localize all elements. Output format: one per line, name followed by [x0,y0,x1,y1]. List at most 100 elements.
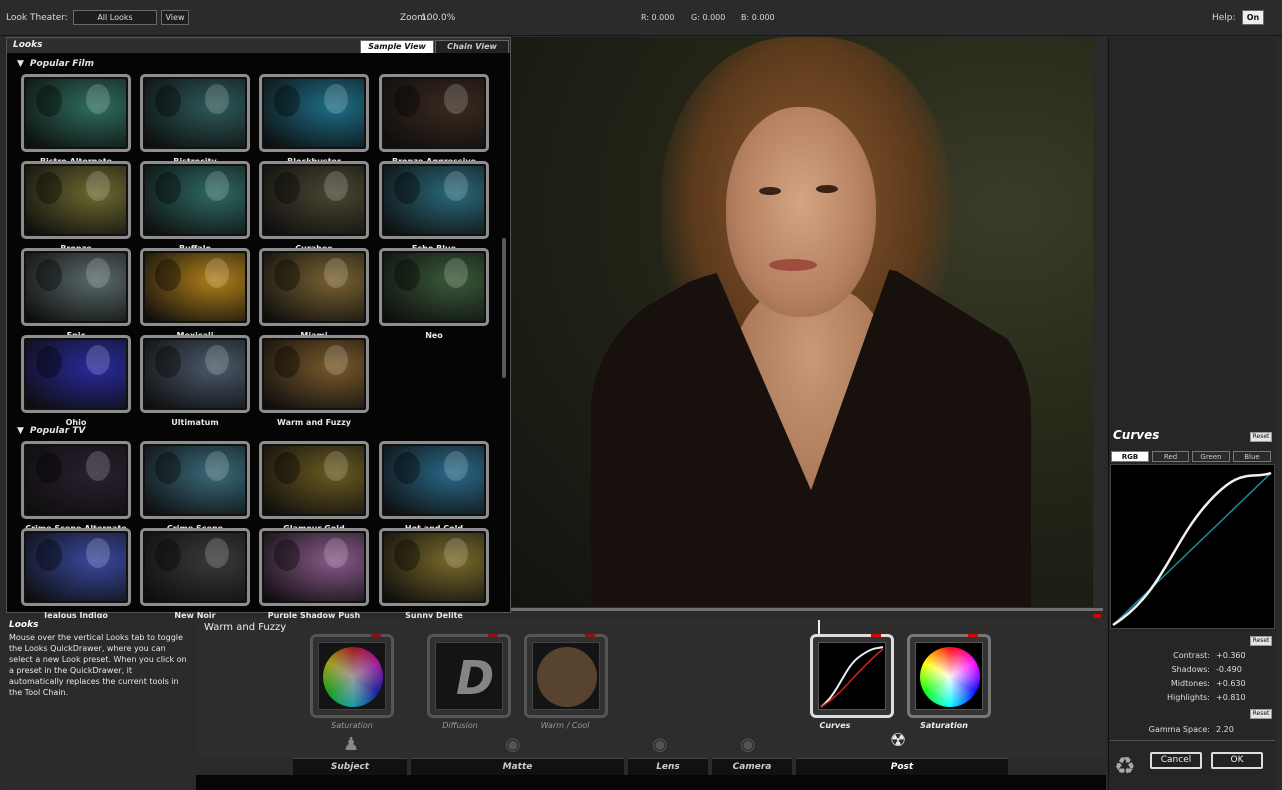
look-preset-thumbnail[interactable]: Jealous Indigo [21,528,131,626]
section-header[interactable]: ▼ Popular TV [17,426,85,436]
category-post[interactable]: Post [796,758,1008,775]
look-preset-thumbnail[interactable]: Buffalo [140,161,250,259]
tool-status-led [371,634,381,637]
tool-diffusion[interactable]: D [427,634,511,718]
highlights-label: Highlights: [1167,693,1210,702]
tool-thumb [915,642,983,710]
look-preset-thumbnail[interactable]: Sunny Delite [379,528,489,626]
contrast-row: Contrast: +0.360 [1110,651,1250,660]
category-matte[interactable]: Matte [411,758,624,775]
look-preset-thumbnail[interactable]: Purple Shadow Push [259,528,369,626]
thumbnail-frame [379,74,489,152]
ok-button[interactable]: OK [1211,752,1263,769]
post-radiation-icon: ☢ [890,730,907,751]
category-camera[interactable]: Camera [712,758,792,775]
look-preset-thumbnail[interactable]: Mexicali [140,248,250,346]
channel-green[interactable]: Green [1192,451,1230,462]
thumbnail-figure [444,538,468,568]
green-readout: G: 0.000 [691,13,726,22]
look-preset-thumbnail[interactable]: Bistrocity [140,74,250,172]
thumbnail-figure [36,85,62,117]
warm-cool-swatch-icon [537,647,597,707]
curves-thumb-icon [820,646,884,708]
camera-icon: ◉ [740,734,756,755]
highlights-value[interactable]: +0.810 [1216,693,1250,702]
thumbnail-figure [155,452,181,484]
section-title: Popular TV [29,426,86,436]
thumbnail-figure [205,171,229,201]
view-button[interactable]: View [161,10,189,25]
tool-status-led [871,634,881,637]
thumbnail-frame [259,248,369,326]
tool-saturation-post[interactable] [907,634,991,718]
shadows-value[interactable]: -0.490 [1216,665,1250,674]
thumbnail-figure [274,172,300,204]
channel-blue[interactable]: Blue [1233,451,1271,462]
look-preset-thumbnail[interactable]: Echo Blue [379,161,489,259]
looks-scrollbar[interactable] [502,238,506,378]
shadows-row: Shadows: -0.490 [1110,665,1250,674]
thumbnail-figure [36,452,62,484]
tab-chain-view[interactable]: Chain View [435,40,509,53]
section-header[interactable]: ▼ Popular Film [17,59,94,69]
section-title: Popular Film [29,59,94,69]
thumbnail-frame [140,335,250,413]
photo-eye-left [759,187,781,195]
look-preset-thumbnail[interactable]: Ultimatum [140,335,250,433]
curve-graph[interactable] [1110,464,1275,629]
tool-label-warm-cool: Warm / Cool [540,721,590,730]
look-preset-thumbnail[interactable]: Neo [379,248,489,346]
look-preset-thumbnail[interactable]: Bronze Aggressive [379,74,489,172]
tab-sample-view[interactable]: Sample View [360,40,434,53]
look-preset-thumbnail[interactable]: Bronze [21,161,131,259]
category-lens[interactable]: Lens [628,758,708,775]
tool-saturation-subject[interactable] [310,634,394,718]
look-preset-thumbnail[interactable]: Miami [259,248,369,346]
trash-person-icon[interactable]: ♻ [1114,752,1136,780]
collapse-triangle-icon[interactable]: ▼ [17,426,24,436]
thumbnail-figure [86,345,110,375]
gamma-value[interactable]: 2.20 [1216,725,1250,734]
red-readout: R: 0.000 [641,13,675,22]
thumbnail-frame [140,74,250,152]
channel-red[interactable]: Red [1152,451,1189,462]
look-theater-dropdown[interactable]: All Looks [73,10,157,25]
collapse-triangle-icon[interactable]: ▼ [17,59,24,69]
look-preset-thumbnail[interactable]: Epic [21,248,131,346]
thumbnail-figure [36,346,62,378]
contrast-value[interactable]: +0.360 [1216,651,1250,660]
tool-thumb [318,642,386,710]
look-preset-thumbnail[interactable]: Curahee [259,161,369,259]
thumbnail-image [264,446,364,514]
tool-warm-cool[interactable] [524,634,608,718]
thumbnail-figure [324,451,348,481]
category-subject[interactable]: Subject [293,758,407,775]
look-preset-thumbnail[interactable]: Crime Scene Alternate [21,441,131,539]
thumbnail-frame [140,441,250,519]
look-preset-thumbnail[interactable]: Crime Scene [140,441,250,539]
thumbnail-frame [21,248,131,326]
channel-rgb[interactable]: RGB [1111,451,1149,462]
midtones-value[interactable]: +0.630 [1216,679,1250,688]
photo-mouth [769,259,817,271]
help-toggle[interactable]: On [1242,10,1264,25]
thumbnail-image [26,253,126,321]
gamma-reset-button[interactable]: Reset [1250,709,1272,719]
look-preset-thumbnail[interactable]: Bistro Alternate [21,74,131,172]
look-preset-thumbnail[interactable]: Hot and Cold [379,441,489,539]
look-preset-thumbnail[interactable]: Ohio [21,335,131,433]
tool-curves[interactable] [810,634,894,718]
matte-camera-icon: ◉ [505,734,521,755]
look-preset-thumbnail[interactable]: New Noir [140,528,250,626]
help-info-panel: Looks Mouse over the vertical Looks tab … [6,618,194,790]
looks-drawer-title: Looks [13,40,43,50]
tool-thumb [532,642,600,710]
look-preset-thumbnail[interactable]: Warm and Fuzzy [259,335,369,433]
thumbnail-image [145,340,245,408]
look-preset-thumbnail[interactable]: Blockbuster [259,74,369,172]
image-viewer[interactable] [511,37,1093,607]
stats-reset-button[interactable]: Reset [1250,636,1272,646]
curves-reset-button[interactable]: Reset [1250,432,1272,442]
cancel-button[interactable]: Cancel [1150,752,1202,769]
look-preset-thumbnail[interactable]: Glamour Gold [259,441,369,539]
